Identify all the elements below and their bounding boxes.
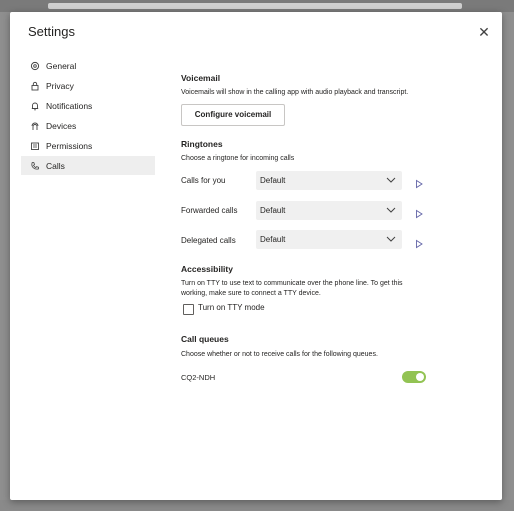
sidebar-item-label: Permissions bbox=[46, 140, 93, 151]
accessibility-description-line1: Turn on TTY to use text to communicate o… bbox=[181, 280, 403, 287]
select-value: Default bbox=[260, 206, 286, 215]
play-ringtone-icon[interactable] bbox=[414, 236, 424, 249]
background-app-bar bbox=[0, 0, 514, 12]
forwarded-calls-label: Forwarded calls bbox=[181, 206, 238, 215]
toggle-knob bbox=[416, 373, 424, 381]
sidebar-item-calls[interactable]: Calls bbox=[21, 156, 155, 175]
tty-mode-checkbox[interactable] bbox=[183, 304, 194, 315]
play-ringtone-icon[interactable] bbox=[414, 206, 424, 219]
ringtones-description: Choose a ringtone for incoming calls bbox=[181, 155, 295, 162]
configure-voicemail-button[interactable]: Configure voicemail bbox=[181, 104, 285, 126]
chevron-down-icon bbox=[386, 206, 396, 216]
calls-for-you-select[interactable]: Default bbox=[256, 171, 402, 190]
sidebar-item-general[interactable]: General bbox=[21, 56, 155, 75]
sidebar-item-label: Calls bbox=[46, 160, 65, 171]
accessibility-description-line2: working, make sure to connect a TTY devi… bbox=[181, 290, 321, 297]
chevron-down-icon bbox=[386, 176, 396, 186]
background-app-footer bbox=[0, 500, 514, 511]
background-search-bar bbox=[48, 3, 462, 9]
sidebar-item-label: General bbox=[46, 60, 77, 71]
sidebar-item-label: Privacy bbox=[46, 80, 74, 91]
sidebar-item-notifications[interactable]: Notifications bbox=[21, 96, 155, 115]
dialog-title: Settings bbox=[28, 24, 75, 39]
call-queues-description: Choose whether or not to receive calls f… bbox=[181, 351, 378, 358]
select-value: Default bbox=[260, 235, 286, 244]
voicemail-heading: Voicemail bbox=[181, 73, 221, 83]
settings-sidebar: General Privacy Notifications Devices Pe… bbox=[21, 56, 155, 176]
tty-mode-label: Turn on TTY mode bbox=[198, 303, 265, 312]
call-queues-heading: Call queues bbox=[181, 334, 229, 344]
chevron-down-icon bbox=[386, 235, 396, 245]
delegated-calls-label: Delegated calls bbox=[181, 236, 236, 245]
queue-toggle[interactable] bbox=[402, 371, 426, 383]
gear-icon bbox=[29, 60, 40, 71]
permissions-icon bbox=[29, 140, 40, 151]
devices-icon bbox=[29, 120, 40, 131]
close-icon[interactable]: ✕ bbox=[476, 24, 492, 40]
queue-name: CQ2-NDH bbox=[181, 373, 216, 382]
bell-icon bbox=[29, 100, 40, 111]
forwarded-calls-select[interactable]: Default bbox=[256, 201, 402, 220]
select-value: Default bbox=[260, 176, 286, 185]
lock-icon bbox=[29, 80, 40, 91]
accessibility-heading: Accessibility bbox=[181, 264, 233, 274]
sidebar-item-permissions[interactable]: Permissions bbox=[21, 136, 155, 155]
sidebar-item-label: Notifications bbox=[46, 100, 93, 111]
settings-dialog: Settings ✕ General Privacy Notifications… bbox=[10, 12, 502, 500]
delegated-calls-select[interactable]: Default bbox=[256, 230, 402, 249]
sidebar-item-label: Devices bbox=[46, 120, 77, 131]
voicemail-description: Voicemails will show in the calling app … bbox=[181, 89, 409, 96]
sidebar-item-devices[interactable]: Devices bbox=[21, 116, 155, 135]
phone-icon bbox=[29, 160, 40, 171]
play-ringtone-icon[interactable] bbox=[414, 176, 424, 189]
ringtones-heading: Ringtones bbox=[181, 139, 223, 149]
sidebar-item-privacy[interactable]: Privacy bbox=[21, 76, 155, 95]
calls-for-you-label: Calls for you bbox=[181, 176, 226, 185]
